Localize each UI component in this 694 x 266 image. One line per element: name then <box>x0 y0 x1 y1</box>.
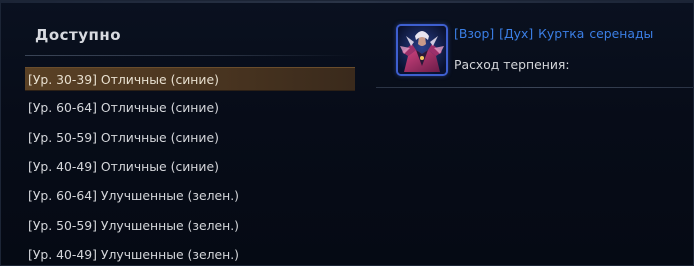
list-item[interactable]: [Ур. 30-39] Отличные (синие) <box>25 67 355 91</box>
available-panel: Доступно [Ур. 30-39] Отличные (синие) [У… <box>25 9 355 265</box>
jacket-item-icon[interactable] <box>396 24 448 76</box>
category-list: [Ур. 30-39] Отличные (синие) [Ур. 60-64]… <box>25 67 355 265</box>
detail-divider <box>376 87 693 88</box>
list-item[interactable]: [Ур. 50-59] Отличные (синие) <box>25 126 355 150</box>
cost-label: Расход терпения: <box>454 57 570 72</box>
title-divider <box>25 55 355 56</box>
panel-title: Доступно <box>35 26 122 44</box>
list-item[interactable]: [Ур. 50-59] Улучшенные (зелен.) <box>25 214 355 238</box>
list-item[interactable]: [Ур. 60-64] Улучшенные (зелен.) <box>25 184 355 208</box>
exchange-window: Доступно [Ур. 30-39] Отличные (синие) [У… <box>0 0 694 266</box>
list-item[interactable]: [Ур. 40-49] Отличные (синие) <box>25 155 355 179</box>
list-item[interactable]: [Ур. 40-49] Улучшенные (зелен.) <box>25 243 355 265</box>
item-detail-panel: [Взор] [Дух] Куртка серенады Расход терп… <box>376 19 693 265</box>
jacket-portrait-icon <box>398 26 446 74</box>
item-name[interactable]: [Взор] [Дух] Куртка серенады <box>454 26 653 41</box>
list-item[interactable]: [Ур. 60-64] Отличные (синие) <box>25 96 355 120</box>
